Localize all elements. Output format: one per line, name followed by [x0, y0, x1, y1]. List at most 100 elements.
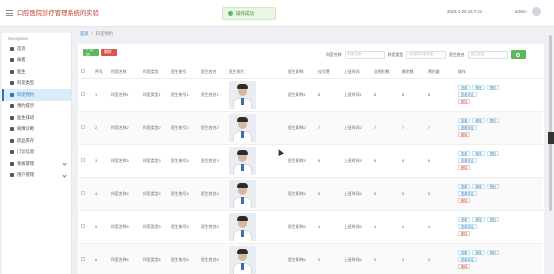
- sidebar-item[interactable]: 病情诊断: [2, 124, 71, 136]
- table-row[interactable]: 3 科室名称3 科室类型3 医生账号3 医生姓名3 医生职称3 6 上班时间3 6 6 6 查看 修改预…: [79, 144, 543, 178]
- view-button[interactable]: 查看: [458, 250, 471, 255]
- view-button[interactable]: 查看: [458, 85, 471, 90]
- cell-time: 上班时间4: [342, 177, 372, 211]
- column-header: 预约量: [426, 66, 456, 79]
- sidebar-item-label: 用户管理: [17, 172, 35, 178]
- scrollbar-thumb[interactable]: [549, 35, 552, 211]
- edit-button[interactable]: 修改: [472, 118, 485, 123]
- row-delete-button[interactable]: 删除: [458, 99, 471, 104]
- edit-button[interactable]: 修改: [472, 85, 485, 90]
- cell-booked: 7: [426, 111, 456, 145]
- side-float-tab[interactable]: [548, 132, 554, 144]
- table-row[interactable]: 4 科室名称4 科室类型4 医生账号4 医生姓名4 医生职称4 5 上班时间4 5 5 5 查看 修改预…: [79, 177, 543, 211]
- cell-account: 医生账号4: [169, 177, 199, 211]
- checkbox[interactable]: [81, 257, 85, 261]
- review-button[interactable]: 查看评论: [458, 158, 477, 163]
- select-all-checkbox[interactable]: [79, 66, 93, 79]
- table-row[interactable]: 2 科室名称2 科室类型2 医生账号2 医生姓名2 医生职称2 7 上班时间2 7 7 7 查看 修改预…: [79, 111, 543, 145]
- filter-dept-input[interactable]: 科室名称: [344, 50, 385, 59]
- appoint-button[interactable]: 预约: [486, 118, 500, 123]
- filter-doctor-input[interactable]: 医生姓名: [467, 50, 508, 59]
- row-checkbox-cell[interactable]: [79, 144, 93, 178]
- sidebar-item[interactable]: 病者: [2, 55, 71, 67]
- menu-icon[interactable]: [6, 9, 13, 16]
- row-checkbox-cell[interactable]: [79, 243, 93, 274]
- bell-icon: [10, 104, 14, 109]
- appoint-button[interactable]: 预约: [486, 151, 500, 156]
- table-row[interactable]: 6 科室名称6 科室类型6 医生账号6 医生姓名6 医生职称6 3 上班时间6 3 3 3 查看 修改预…: [79, 243, 543, 274]
- cell-type: 科室类型4: [141, 177, 169, 211]
- checkbox[interactable]: [81, 158, 85, 162]
- sidebar-title: Navigation: [8, 36, 29, 41]
- edit-button[interactable]: 修改: [472, 184, 485, 189]
- cell-no: 3: [93, 144, 109, 178]
- sidebar-item[interactable]: 药品库存: [2, 135, 71, 147]
- appoint-button[interactable]: 预约: [486, 184, 500, 189]
- table-row[interactable]: 5 科室名称5 科室类型5 医生账号5 医生姓名5 医生职称5 4 上班时间5 4 4 4 查看 修改预…: [79, 210, 543, 244]
- row-delete-button[interactable]: 删除: [458, 165, 471, 170]
- user-name[interactable]: admin: [515, 9, 527, 14]
- sidebar-item[interactable]: 门诊信息: [2, 147, 71, 159]
- view-button[interactable]: 查看: [458, 118, 471, 123]
- table-row[interactable]: 1 科室名称1 科室类型1 医生账号1 医生姓名1 医生职称1 8 上班时间1 8 8 8 查看 修改预…: [79, 78, 543, 112]
- cell-remain: 3: [400, 243, 426, 274]
- cell-photo: [227, 78, 261, 112]
- checkbox[interactable]: [81, 92, 85, 96]
- search-button[interactable]: [510, 50, 526, 59]
- review-button[interactable]: 查看评论: [458, 92, 477, 97]
- sidebar-item[interactable]: 科室预约: [2, 89, 71, 101]
- cell-fee: 5: [316, 177, 342, 211]
- filter-type-select[interactable]: 请选择科室类型: [406, 50, 447, 59]
- sidebar-item[interactable]: 医生: [2, 66, 71, 78]
- appoint-button[interactable]: 预约: [486, 217, 500, 222]
- avatar[interactable]: [532, 7, 541, 16]
- cell-remain: 4: [400, 210, 426, 244]
- edit-button[interactable]: 修改: [472, 217, 485, 222]
- cell-remain: 8: [400, 78, 426, 112]
- row-checkbox-cell[interactable]: [79, 111, 93, 145]
- cell-title: 医生职称4: [286, 177, 316, 211]
- row-delete-button[interactable]: 删除: [458, 264, 471, 269]
- review-button[interactable]: 查看评论: [458, 125, 477, 130]
- sidebar-item[interactable]: 系统管理: [2, 158, 71, 170]
- filter-dept-label: 科室名称: [326, 51, 342, 57]
- sidebar-item[interactable]: 首页: [2, 43, 71, 55]
- sidebar-item[interactable]: 预约提示: [2, 101, 71, 113]
- cell-empty: [261, 210, 286, 244]
- appoint-button[interactable]: 预约: [486, 250, 500, 255]
- cell-photo: [227, 243, 261, 274]
- cell-time: 上班时间1: [342, 78, 372, 112]
- row-checkbox-cell[interactable]: [79, 78, 93, 112]
- row-checkbox-cell[interactable]: [79, 177, 93, 211]
- row-delete-button[interactable]: 删除: [458, 198, 471, 203]
- add-button[interactable]: + 添加: [83, 48, 99, 57]
- delete-button[interactable]: 删除: [101, 49, 117, 56]
- sidebar-item[interactable]: 科室类型: [2, 78, 71, 90]
- cell-account: 医生账号5: [169, 210, 199, 244]
- column-header: 剩余数: [400, 66, 426, 79]
- sidebar-item[interactable]: 用户管理: [2, 170, 71, 182]
- edit-button[interactable]: 修改: [472, 151, 485, 156]
- breadcrumb-current: 科室预约: [95, 31, 113, 36]
- chevron-down-icon: [62, 172, 67, 178]
- edit-button[interactable]: 修改: [472, 250, 485, 255]
- row-checkbox-cell[interactable]: [79, 210, 93, 244]
- top-bar: 口腔医院診疗管理系统的实验 操作成功 2024-1-26 16:7:21 adm…: [0, 0, 554, 27]
- checkbox[interactable]: [81, 125, 85, 129]
- checkbox[interactable]: [81, 191, 85, 195]
- view-button[interactable]: 查看: [458, 184, 471, 189]
- appoint-button[interactable]: 预约: [486, 85, 500, 90]
- view-button[interactable]: 查看: [458, 151, 471, 156]
- review-button[interactable]: 查看评论: [458, 224, 477, 229]
- view-button[interactable]: 查看: [458, 217, 471, 222]
- row-delete-button[interactable]: 删除: [458, 132, 471, 137]
- checkbox[interactable]: [81, 69, 85, 74]
- review-button[interactable]: 查看评论: [458, 191, 477, 196]
- checkbox[interactable]: [81, 224, 85, 228]
- sidebar-item[interactable]: 医生排班: [2, 112, 71, 124]
- breadcrumb-home[interactable]: 首页: [80, 31, 89, 37]
- row-delete-button[interactable]: 删除: [458, 231, 471, 236]
- cell-actions: 查看 修改 预约查看评论删除: [456, 144, 543, 178]
- column-header: 上班时间: [342, 66, 372, 79]
- review-button[interactable]: 查看评论: [458, 257, 477, 262]
